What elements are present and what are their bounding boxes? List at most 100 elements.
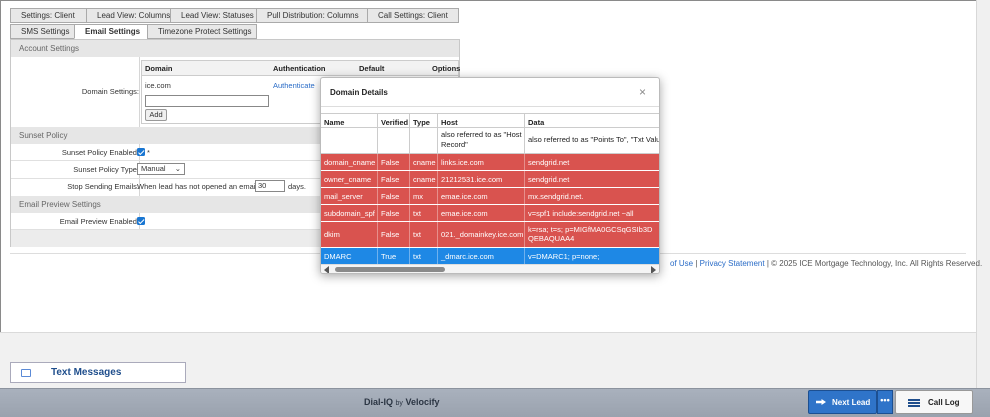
desc-host: also referred to as "Host Record" — [438, 128, 525, 153]
arrow-right-icon — [816, 399, 826, 405]
table-row[interactable]: DMARC True txt _dmarc.ice.com v=DMARC1; … — [321, 248, 659, 264]
next-lead-label: Next Lead — [832, 398, 871, 407]
next-lead-button[interactable]: Next Lead — [808, 390, 877, 414]
grid-description-row: also referred to as "Host Record" also r… — [321, 128, 659, 154]
grid-header: Name Verified Type Host Data — [321, 113, 659, 128]
modal-title: Domain Details — [330, 88, 388, 97]
table-row[interactable]: domain_cname False cname links.ice.com s… — [321, 154, 659, 170]
table-row[interactable]: subdomain_spf False txt emae.ice.com v=s… — [321, 205, 659, 221]
close-icon[interactable]: × — [639, 86, 646, 98]
brand-by: by — [395, 400, 403, 407]
scroll-left-arrow-icon[interactable] — [324, 266, 329, 273]
email-preview-checkbox[interactable] — [137, 217, 145, 225]
col-domain: Domain — [145, 64, 173, 73]
domain-table-header: Domain Authentication Default Options — [142, 61, 461, 76]
cell-verified: True — [378, 248, 410, 264]
desc-type — [410, 128, 438, 153]
brand-logo: Dial-IQ by Velocify — [364, 397, 439, 407]
col-authentication: Authentication — [273, 64, 326, 73]
cell-host: 021._domainkey.ice.com — [438, 222, 525, 247]
cell-type: txt — [410, 222, 438, 247]
col-host: Host — [438, 114, 525, 127]
col-data: Data — [525, 114, 659, 127]
tab-timezone-protect-settings[interactable]: Timezone Protect Settings — [147, 24, 257, 39]
table-row[interactable]: dkim False txt 021._domainkey.ice.com k=… — [321, 222, 659, 247]
tab-call-settings-client[interactable]: Call Settings: Client — [367, 8, 459, 23]
label-divider — [139, 57, 140, 127]
page-footer: of Use | Privacy Statement | © 2025 ICE … — [670, 259, 982, 268]
sunset-enabled-label: Sunset Policy Enabled: — [61, 148, 139, 157]
cell-type: mx — [410, 188, 438, 204]
cell-host: emae.ice.com — [438, 205, 525, 221]
footer-separator: | — [695, 259, 698, 268]
tab-settings-client[interactable]: Settings: Client — [10, 8, 87, 23]
cell-verified: False — [378, 188, 410, 204]
domain-settings-label: Domain Settings: — [81, 87, 139, 96]
call-log-label: Call Log — [928, 398, 960, 407]
cell-data: sendgrid.net — [525, 154, 659, 170]
add-domain-button[interactable]: Add — [145, 109, 167, 121]
cell-data: v=spf1 include:sendgrid.net ~all — [525, 205, 659, 221]
modal-divider — [321, 106, 659, 107]
settings-tabs-row-2: SMS Settings Email Settings Timezone Pro… — [10, 24, 257, 39]
right-gutter — [976, 0, 990, 388]
cell-name: DMARC — [321, 248, 378, 264]
sunset-type-value: Manual — [141, 164, 166, 173]
cell-host: links.ice.com — [438, 154, 525, 170]
table-row[interactable]: owner_cname False cname 21212531.ice.com… — [321, 171, 659, 187]
cell-type: txt — [410, 248, 438, 264]
scroll-right-arrow-icon[interactable] — [651, 266, 656, 273]
col-type: Type — [410, 114, 438, 127]
new-domain-input[interactable] — [145, 95, 269, 107]
cell-data: k=rsa; t=s; p=MIGfMA0GCSqGSIb3DQEBAQUAA4 — [525, 222, 659, 247]
cell-name: mail_server — [321, 188, 378, 204]
cell-type: cname — [410, 171, 438, 187]
tab-lead-view-columns[interactable]: Lead View: Columns — [86, 8, 171, 23]
desc-name — [321, 128, 378, 153]
table-row[interactable]: mail_server False mx emae.ice.com mx.sen… — [321, 188, 659, 204]
more-options-button[interactable]: ••• — [877, 390, 893, 414]
horizontal-scrollbar[interactable] — [321, 264, 659, 273]
cell-name: dkim — [321, 222, 378, 247]
cell-data: v=DMARC1; p=none; — [525, 248, 659, 264]
cell-host: 21212531.ice.com — [438, 171, 525, 187]
sunset-enabled-checkbox[interactable] — [137, 148, 145, 156]
tab-lead-view-statuses[interactable]: Lead View: Statuses — [170, 8, 257, 23]
tab-email-settings[interactable]: Email Settings — [74, 24, 148, 39]
authenticate-link[interactable]: Authenticate — [273, 81, 315, 90]
list-icon — [908, 399, 920, 407]
cell-verified: False — [378, 154, 410, 170]
tab-pull-distribution-columns[interactable]: Pull Distribution: Columns — [256, 8, 368, 23]
text-messages-button[interactable]: Text Messages — [10, 362, 186, 383]
col-options: Options — [432, 64, 461, 73]
cell-name: owner_cname — [321, 171, 378, 187]
stop-days-input[interactable]: 30 — [255, 180, 285, 192]
text-messages-label: Text Messages — [51, 367, 122, 378]
cell-data: mx.sendgrid.net. — [525, 188, 659, 204]
terms-link[interactable]: of Use — [670, 259, 693, 268]
cell-data: sendgrid.net — [525, 171, 659, 187]
cell-name: subdomain_spf — [321, 205, 378, 221]
stop-sending-text: When lead has not opened an email in — [137, 182, 266, 191]
stop-sending-label: Stop Sending Emails: — [67, 182, 139, 191]
message-icon — [21, 369, 31, 377]
settings-tabs-row-1: Settings: Client Lead View: Columns Lead… — [10, 8, 459, 23]
domain-details-modal: Domain Details × Name Verified Type Host… — [320, 77, 660, 274]
cell-type: txt — [410, 205, 438, 221]
cell-verified: False — [378, 222, 410, 247]
tab-sms-settings[interactable]: SMS Settings — [10, 24, 75, 39]
brand-name: Dial-IQ — [364, 397, 394, 407]
chevron-down-icon: ⌄ — [174, 164, 181, 173]
days-suffix: days. — [288, 182, 306, 191]
call-log-button[interactable]: Call Log — [895, 390, 973, 414]
desc-verified — [378, 128, 410, 153]
sunset-type-label: Sunset Policy Type: — [73, 165, 139, 174]
copyright: | © 2025 ICE Mortgage Technology, Inc. A… — [766, 259, 983, 268]
privacy-link[interactable]: Privacy Statement — [700, 259, 765, 268]
domain-value: ice.com — [145, 81, 171, 90]
cell-type: cname — [410, 154, 438, 170]
col-name: Name — [321, 114, 378, 127]
scrollbar-thumb[interactable] — [335, 267, 445, 272]
required-mark: * — [147, 148, 150, 157]
sunset-type-select[interactable]: Manual ⌄ — [137, 163, 185, 175]
